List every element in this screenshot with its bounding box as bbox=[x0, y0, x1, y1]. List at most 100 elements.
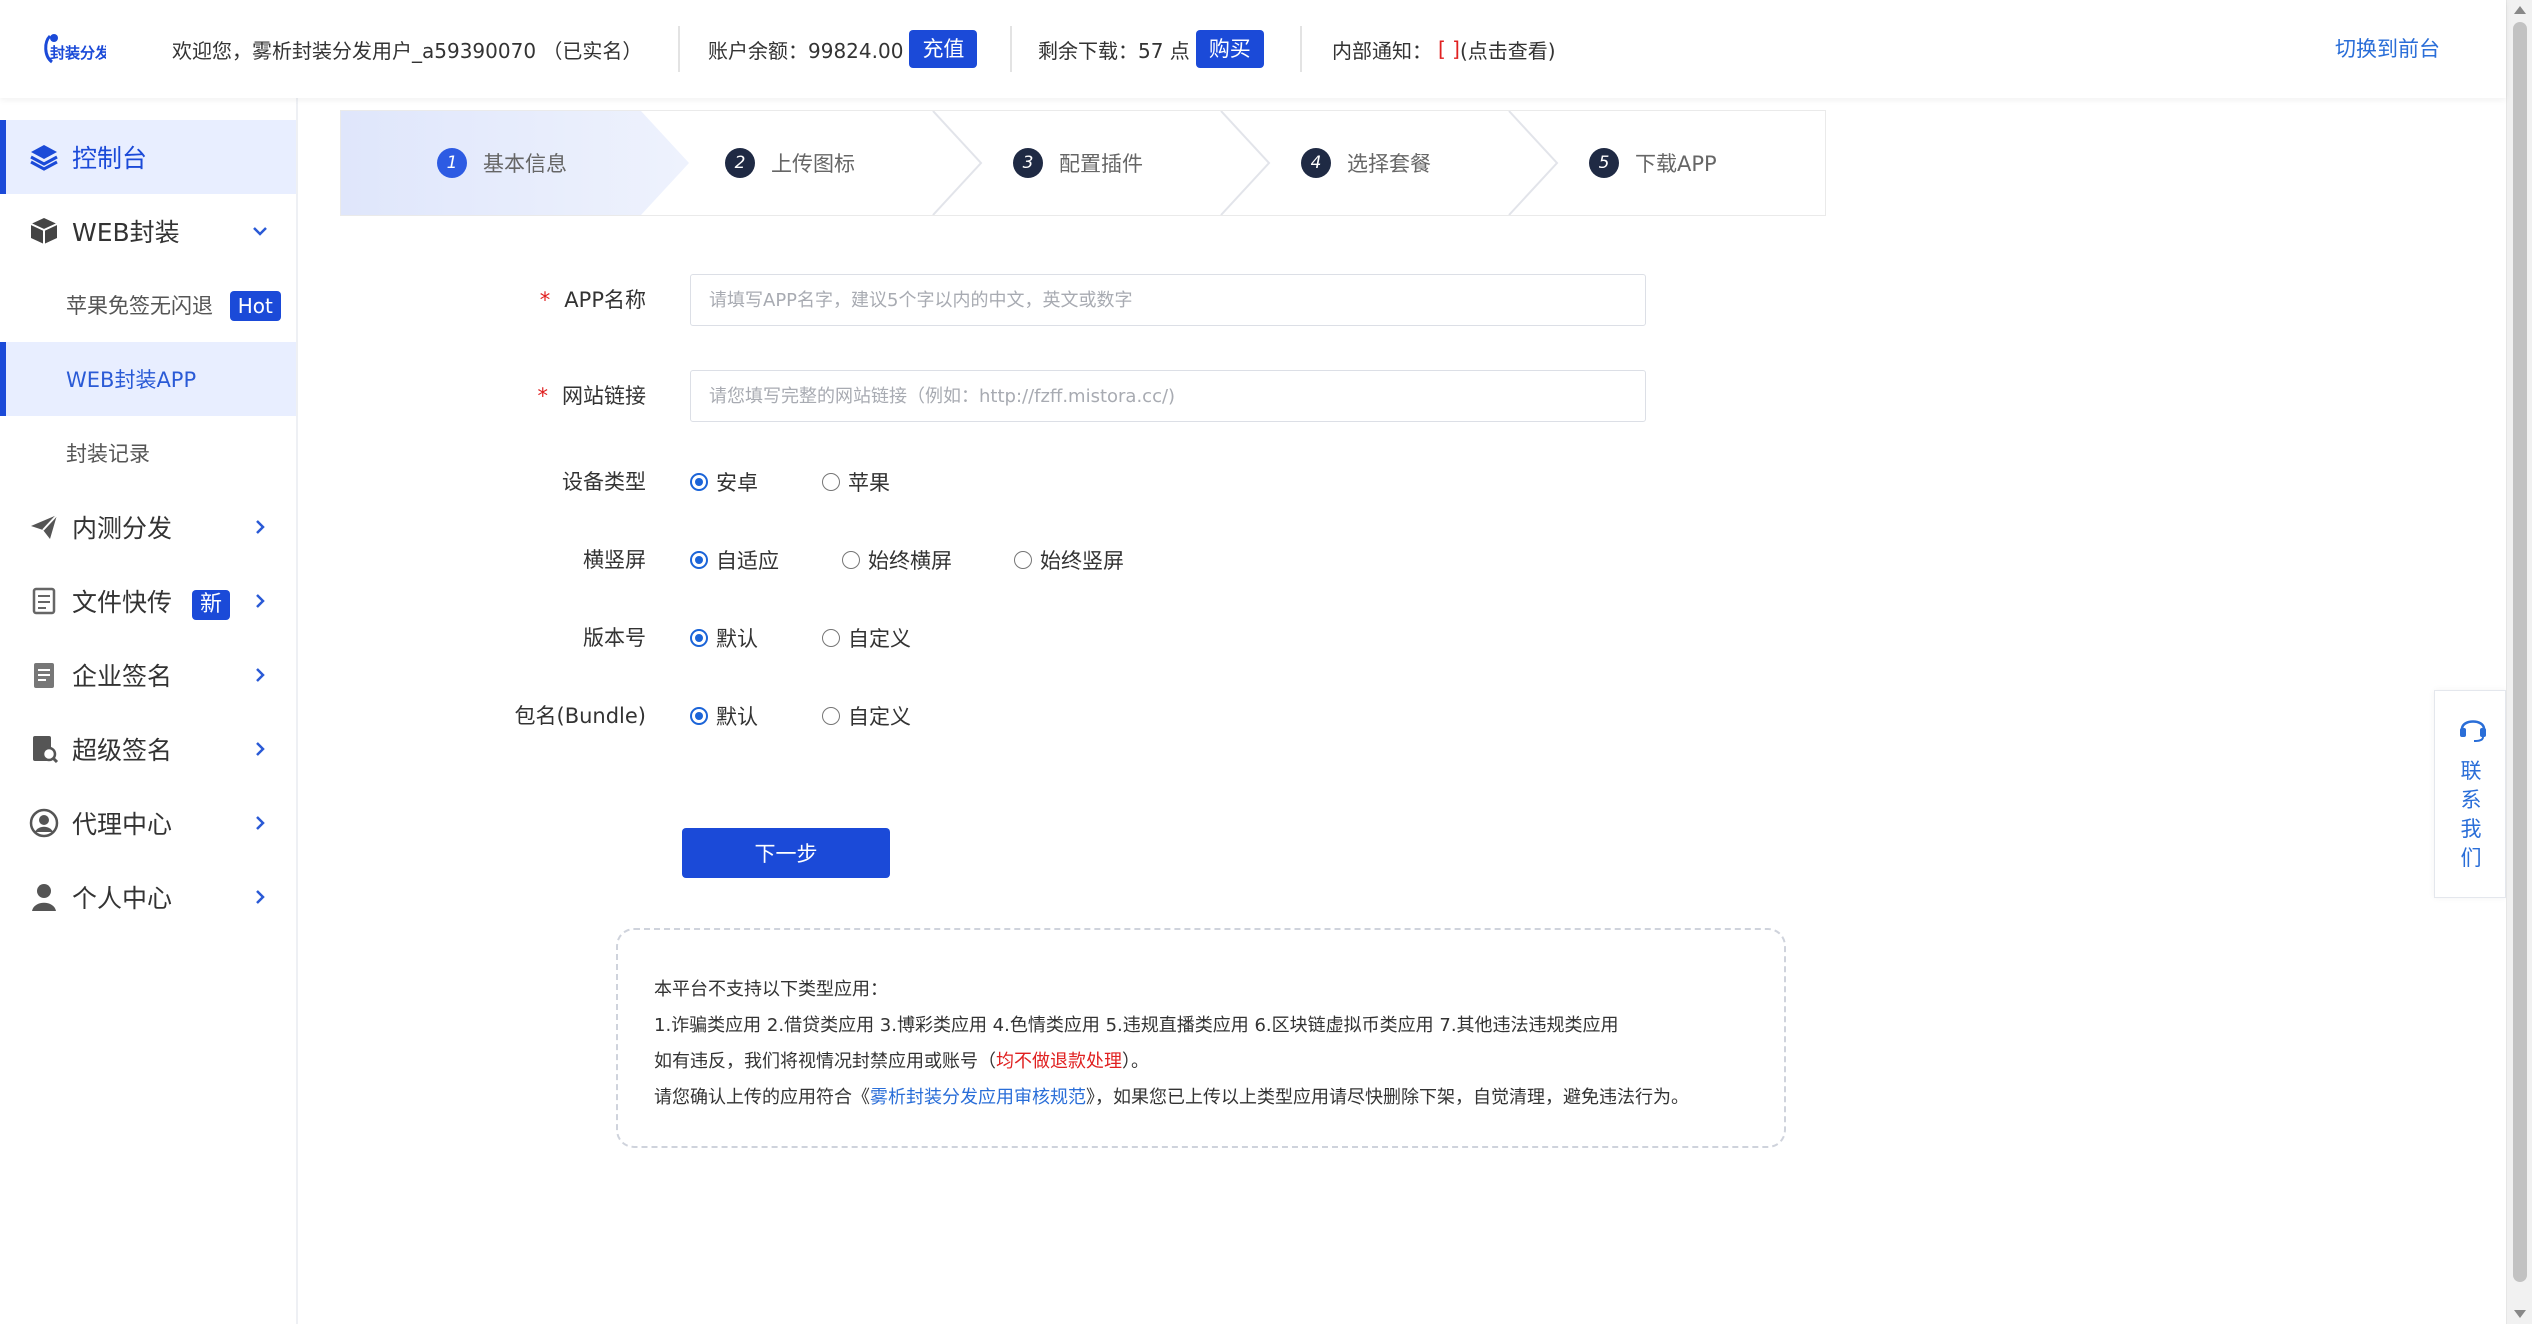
new-badge: 新 bbox=[191, 589, 230, 620]
sidebar-item-label: 内测分发 bbox=[72, 514, 173, 543]
step-label: 基本信息 bbox=[483, 152, 567, 176]
balance-group: 账户余额：99824.00 充值 bbox=[708, 0, 978, 98]
radio-label: 默认 bbox=[716, 705, 758, 729]
scroll-down-arrow-icon[interactable] bbox=[2514, 1310, 2526, 1318]
sidebar-item-personal[interactable]: 个人中心 bbox=[0, 860, 296, 934]
review-policy-link[interactable]: 雾析封装分发应用审核规范 bbox=[870, 1087, 1086, 1108]
recharge-button[interactable]: 充值 bbox=[909, 30, 978, 68]
contact-us-float[interactable]: 联系我们 bbox=[2434, 690, 2506, 898]
chevron-down-icon bbox=[253, 227, 267, 236]
sidebar-item-super-sign[interactable]: 超级签名 bbox=[0, 712, 296, 786]
notice-line: 请您确认上传的应用符合《雾析封装分发应用审核规范》，如果您已上传以上类型应用请尽… bbox=[654, 1087, 1689, 1108]
no-refund-text: 均不做退款处理 bbox=[996, 1051, 1122, 1072]
notice-line: 如有违反，我们将视情况封禁应用或账号（均不做退款处理）。 bbox=[654, 1051, 1149, 1072]
package-box-icon bbox=[30, 218, 58, 244]
sidebar-subitem-apple-sign[interactable]: 苹果免签无闪退 Hot bbox=[0, 268, 296, 342]
downloads-text: 剩余下载：57 点 bbox=[1038, 38, 1190, 63]
welcome-text: 欢迎您，雾析封装分发用户_a59390070 （已实名） bbox=[172, 38, 643, 63]
radio-dot bbox=[690, 473, 708, 491]
hot-badge: Hot bbox=[229, 290, 281, 321]
paper-plane-icon bbox=[31, 514, 58, 539]
radio-apple[interactable]: 苹果 bbox=[822, 456, 890, 508]
next-step-button[interactable]: 下一步 bbox=[682, 828, 890, 878]
radio-dot bbox=[842, 551, 860, 569]
sidebar-subitem-records[interactable]: 封装记录 bbox=[0, 416, 296, 490]
radio-bundle-default[interactable]: 默认 bbox=[690, 690, 758, 742]
chevron-right-icon bbox=[256, 742, 265, 756]
step-4[interactable]: 4 选择套餐 bbox=[1301, 111, 1431, 215]
notice-line: 本平台不支持以下类型应用： bbox=[654, 979, 888, 1000]
step-2[interactable]: 2 上传图标 bbox=[725, 111, 855, 215]
buy-button[interactable]: 购买 bbox=[1195, 30, 1264, 68]
sidebar-subitem-label: 苹果免签无闪退 Hot bbox=[66, 290, 281, 321]
radio-label: 自适应 bbox=[716, 549, 779, 573]
internal-notice[interactable]: 内部通知： [ ] (点击查看) bbox=[1332, 0, 1556, 98]
step-5[interactable]: 5 下载APP bbox=[1589, 111, 1717, 215]
sidebar-subitem-web-app[interactable]: WEB封装APP bbox=[0, 342, 296, 416]
site-link-input[interactable] bbox=[690, 370, 1646, 422]
sidebar-item-label: 控制台 bbox=[72, 144, 148, 173]
sidebar-subitem-label: 封装记录 bbox=[66, 442, 150, 466]
sidebar-item-file-transfer[interactable]: 文件快传 新 bbox=[0, 564, 296, 638]
radio-dot bbox=[1014, 551, 1032, 569]
radio-label: 自定义 bbox=[848, 705, 911, 729]
app-name-label: * APP名称 bbox=[539, 288, 646, 312]
file-cabinet-icon bbox=[32, 587, 56, 615]
radio-label: 安卓 bbox=[716, 471, 758, 495]
switch-frontend-link[interactable]: 切换到前台 bbox=[2335, 0, 2440, 98]
chevron-right-icon bbox=[256, 816, 265, 830]
form-row-app-name: * APP名称 bbox=[500, 274, 1700, 326]
chevron-right-icon bbox=[256, 594, 265, 608]
radio-version-default[interactable]: 默认 bbox=[690, 612, 758, 664]
radio-label: 始终竖屏 bbox=[1040, 549, 1124, 573]
clipboard-icon bbox=[34, 663, 54, 688]
layers-icon bbox=[30, 145, 58, 171]
step-label: 下载APP bbox=[1635, 152, 1717, 176]
step-label: 选择套餐 bbox=[1347, 152, 1431, 176]
radio-dot bbox=[822, 473, 840, 491]
sidebar-item-agent[interactable]: 代理中心 bbox=[0, 786, 296, 860]
sidebar-subitem-label: WEB封装APP bbox=[66, 368, 197, 392]
sidebar-item-label-group: 文件快传 新 bbox=[72, 583, 230, 620]
header-divider bbox=[1300, 26, 1302, 72]
sidebar-item-label: 超级签名 bbox=[72, 736, 173, 765]
sidebar-item-enterprise-sign[interactable]: 企业签名 bbox=[0, 638, 296, 712]
form-row-device-type: 设备类型 安卓 苹果 bbox=[500, 456, 1700, 508]
apple-sign-label: 苹果免签无闪退 bbox=[66, 293, 213, 318]
step-3[interactable]: 3 配置插件 bbox=[1013, 111, 1143, 215]
radio-version-custom[interactable]: 自定义 bbox=[822, 612, 911, 664]
radio-orient-portrait[interactable]: 始终竖屏 bbox=[1014, 534, 1124, 586]
form-row-site-link: * 网站链接 bbox=[500, 370, 1700, 422]
form-row-orientation: 横竖屏 自适应 始终横屏 始终竖屏 bbox=[500, 534, 1700, 586]
sidebar-item-beta[interactable]: 内测分发 bbox=[0, 490, 296, 564]
scroll-up-arrow-icon[interactable] bbox=[2514, 6, 2526, 14]
brand-logo[interactable]: 封装分发 bbox=[40, 28, 106, 70]
scrollbar-thumb[interactable] bbox=[2513, 22, 2527, 1282]
sidebar-item-web-wrap[interactable]: WEB封装 bbox=[0, 194, 296, 268]
bundle-label: 包名(Bundle) bbox=[514, 704, 647, 728]
sidebar-item-label: WEB封装 bbox=[72, 218, 180, 247]
step-progress: 1 基本信息 2 上传图标 3 配置插件 4 选择套餐 5 下载APP bbox=[340, 110, 1826, 216]
file-transfer-label: 文件快传 bbox=[72, 587, 173, 617]
radio-dot bbox=[690, 629, 708, 647]
notice-view-link[interactable]: (点击查看) bbox=[1460, 35, 1556, 64]
step-number: 2 bbox=[725, 148, 755, 178]
step-1[interactable]: 1 基本信息 bbox=[437, 111, 567, 215]
radio-label: 自定义 bbox=[848, 627, 911, 651]
radio-dot bbox=[690, 551, 708, 569]
radio-orient-landscape[interactable]: 始终横屏 bbox=[842, 534, 952, 586]
radio-android[interactable]: 安卓 bbox=[690, 456, 758, 508]
sidebar-item-label: 个人中心 bbox=[72, 884, 173, 913]
chevron-right-icon bbox=[256, 668, 265, 682]
radio-label: 苹果 bbox=[848, 471, 890, 495]
radio-bundle-custom[interactable]: 自定义 bbox=[822, 690, 911, 742]
radio-label: 始终横屏 bbox=[868, 549, 952, 573]
app-name-input[interactable] bbox=[690, 274, 1646, 326]
downloads-group: 剩余下载：57 点 购买 bbox=[1038, 0, 1264, 98]
page-scrollbar[interactable] bbox=[2506, 0, 2532, 1324]
step-label: 上传图标 bbox=[771, 152, 855, 176]
sidebar-item-console[interactable]: 控制台 bbox=[0, 120, 296, 194]
site-link-label: * 网站链接 bbox=[537, 384, 647, 408]
radio-dot bbox=[690, 707, 708, 725]
radio-orient-auto[interactable]: 自适应 bbox=[690, 534, 779, 586]
